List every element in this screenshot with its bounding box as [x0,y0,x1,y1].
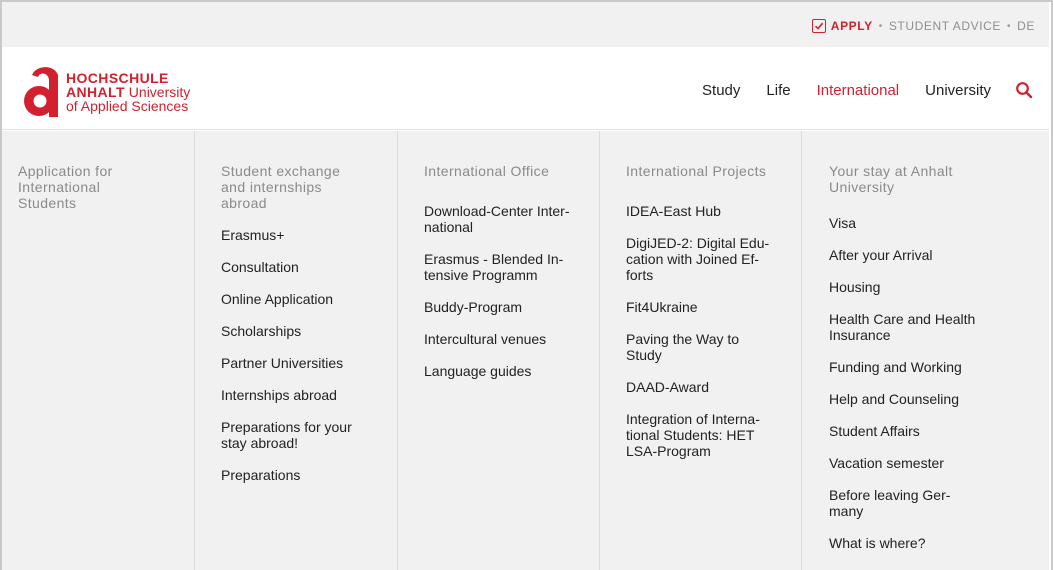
menu-link[interactable]: Help and Counseling [829,391,1049,407]
menu-column-stay: Your stay at Anhalt University Visa Afte… [801,131,1049,570]
menu-link[interactable]: DAAD-Award [626,379,801,395]
utility-bar: APPLY • STUDENT ADVICE • DE [2,2,1049,47]
logo-line-3: of Applied Sciences [66,98,189,114]
logo-line-2: ANHALT University [66,85,190,99]
menu-link[interactable]: Vacation semester [829,455,1049,471]
apply-label: APPLY [830,19,873,33]
menu-link[interactable]: Online Application [221,291,397,307]
menu-link[interactable]: After your Arrival [829,247,1049,263]
search-icon[interactable] [1015,81,1033,99]
menu-link[interactable]: Health Care and Health Insurance [829,311,1049,343]
menu-column-application: Application for International Students [18,131,178,570]
menu-link[interactable]: Language guides [424,363,599,379]
menu-link[interactable]: IDEA-East Hub [626,203,801,219]
column-heading-stay[interactable]: Your stay at Anhalt University [829,163,1049,195]
column-heading-exchange[interactable]: Student exchange and internships abroad [221,163,397,211]
menu-link[interactable]: Fit4Ukraine [626,299,801,315]
menu-column-projects: International Projects IDEA-East Hub Dig… [599,131,801,570]
menu-link[interactable]: Erasmus+ [221,227,397,243]
nav-study[interactable]: Study [702,82,740,99]
column-heading-projects[interactable]: International Projects [626,163,801,179]
projects-links: IDEA-East Hub DigiJED-2: Digital Edu- ca… [626,203,801,459]
menu-link[interactable]: Funding and Working [829,359,1049,375]
site-header: HOCHSCHULE ANHALT University of Applied … [2,47,1049,130]
checkbox-check-icon [811,19,826,33]
separator: • [1007,20,1012,32]
logo-wordmark: HOCHSCHULE ANHALT University of Applied … [66,71,190,113]
anhalt-a-mark-icon [18,61,64,119]
menu-link[interactable]: Consultation [221,259,397,275]
international-mega-menu: Application for International Students S… [2,131,1049,570]
language-switch-de[interactable]: DE [1017,19,1035,33]
menu-link[interactable]: Scholarships [221,323,397,339]
menu-link[interactable]: Partner Universities [221,355,397,371]
logo-line-1: HOCHSCHULE [66,70,169,86]
menu-link[interactable]: Intercultural venues [424,331,599,347]
menu-link[interactable]: Integration of Interna- tional Students:… [626,411,801,459]
menu-column-exchange: Student exchange and internships abroad … [194,131,397,570]
office-links: Download-Center Inter- national Erasmus … [424,203,599,379]
main-nav: Study Life International University [676,81,1033,99]
nav-international[interactable]: International [817,82,900,99]
stay-links: Visa After your Arrival Housing Health C… [829,215,1049,551]
menu-link[interactable]: Paving the Way to Study [626,331,801,363]
menu-link[interactable]: Internships abroad [221,387,397,403]
exchange-links: Erasmus+ Consultation Online Application… [221,227,397,483]
menu-link[interactable]: Before leaving Ger- many [829,487,1049,519]
university-logo[interactable]: HOCHSCHULE ANHALT University of Applied … [18,61,190,119]
separator: • [878,20,883,32]
column-heading-application[interactable]: Application for International Students [18,163,178,211]
menu-link[interactable]: Visa [829,215,1049,231]
menu-link[interactable]: DigiJED-2: Digital Edu- cation with Join… [626,235,801,283]
nav-life[interactable]: Life [766,82,790,99]
menu-link[interactable]: Student Affairs [829,423,1049,439]
menu-link[interactable]: Preparations [221,467,397,483]
menu-link[interactable]: Download-Center Inter- national [424,203,599,235]
menu-link[interactable]: Buddy-Program [424,299,599,315]
menu-link[interactable]: Housing [829,279,1049,295]
menu-link[interactable]: Erasmus - Blended In- tensive Programm [424,251,599,283]
apply-link[interactable]: APPLY [811,19,873,33]
utility-links: APPLY • STUDENT ADVICE • DE [811,19,1035,33]
menu-column-office: International Office Download-Center Int… [397,131,599,570]
student-advice-link[interactable]: STUDENT ADVICE [889,19,1001,33]
menu-link[interactable]: Preparations for your stay abroad! [221,419,397,451]
menu-link[interactable]: What is where? [829,535,1049,551]
nav-university[interactable]: University [925,82,991,99]
column-heading-office[interactable]: International Office [424,163,599,179]
